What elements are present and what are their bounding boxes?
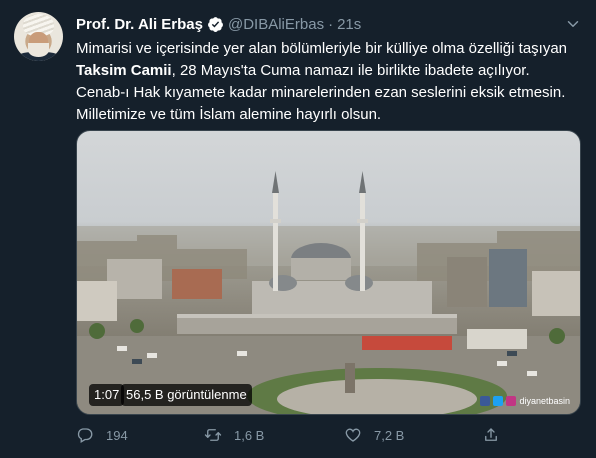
video-watermark: diyanetbasin xyxy=(480,396,570,406)
chevron-down-icon[interactable] xyxy=(564,15,582,33)
heart-icon xyxy=(345,428,361,442)
reply-icon xyxy=(77,428,93,443)
watermark-text: diyanetbasin xyxy=(519,396,570,406)
tweet-text-line-3: Cenab-ı Hak kıyamete kadar minarelerinde… xyxy=(76,84,566,101)
facebook-icon xyxy=(480,396,491,406)
retweet-icon xyxy=(204,429,222,441)
author-name[interactable]: Prof. Dr. Ali Erbaş xyxy=(76,16,203,33)
tweet-text-line-2: Taksim Camii, 28 Mayıs'ta Cuma namazı il… xyxy=(76,60,588,82)
tweet-text-line-4: Milletimize ve tüm İslam alemine hayırlı… xyxy=(76,106,382,123)
video-player[interactable]: 1:07 56,5 B görüntülenme diyanetbasin xyxy=(76,130,581,415)
tweet-text: Mimarisi ve içerisinde yer alan bölümler… xyxy=(76,38,588,126)
reply-button[interactable]: 194 xyxy=(76,426,128,444)
video-views: 56,5 B görüntülenme xyxy=(121,384,252,406)
separator-dot: · xyxy=(328,15,334,33)
instagram-icon xyxy=(506,396,517,406)
reply-count: 194 xyxy=(106,427,128,443)
retweet-count: 1,6 B xyxy=(234,427,265,443)
share-button[interactable] xyxy=(482,426,512,444)
share-icon xyxy=(485,428,497,441)
tweet-text-line-1: Mimarisi ve içerisinde yer alan bölümler… xyxy=(76,40,568,57)
tweet-timestamp[interactable]: 21s xyxy=(337,16,361,33)
tweet-actions: 194 1,6 B 7,2 B xyxy=(76,426,576,448)
tweet-header: Prof. Dr. Ali Erbaş @DIBAliErbas · 21s xyxy=(76,14,556,34)
video-duration: 1:07 xyxy=(89,384,125,406)
like-button[interactable]: 7,2 B xyxy=(344,426,404,444)
tweet-text-line-2-rest: , 28 Mayıs'ta Cuma namazı ile birlikte i… xyxy=(171,62,530,79)
like-count: 7,2 B xyxy=(374,427,405,443)
twitter-icon xyxy=(493,396,504,406)
avatar[interactable] xyxy=(14,12,63,61)
verified-badge-icon xyxy=(208,16,223,32)
mosque-aerial-image xyxy=(77,171,580,414)
author-handle[interactable]: @DIBAliErbas xyxy=(228,16,324,33)
avatar-beard xyxy=(28,43,49,57)
tweet-bold-text: Taksim Camii xyxy=(76,62,172,79)
retweet-button[interactable]: 1,6 B xyxy=(204,426,264,444)
